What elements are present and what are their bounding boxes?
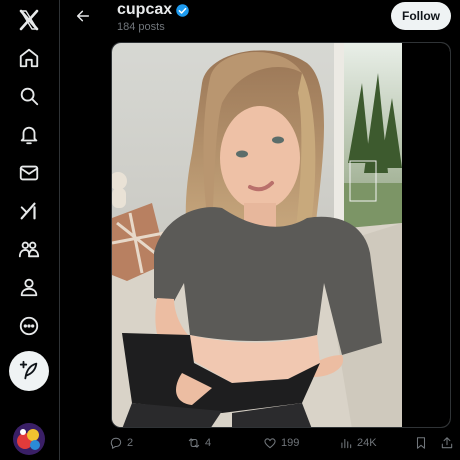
post-count: 184 posts xyxy=(117,21,165,33)
share-icon xyxy=(441,437,453,449)
messages-icon[interactable] xyxy=(9,153,49,193)
account-avatar[interactable] xyxy=(13,423,45,455)
verified-badge-icon xyxy=(175,3,190,18)
post-actions: 2 4 199 24K xyxy=(109,434,454,456)
profile-header: cupcax 184 posts Follow xyxy=(61,0,460,36)
home-icon[interactable] xyxy=(9,38,49,78)
reply-button[interactable]: 2 xyxy=(109,436,133,450)
profile-name: cupcax xyxy=(117,1,190,19)
feather-plus-icon xyxy=(19,360,38,380)
bookmark-button[interactable] xyxy=(414,436,428,450)
heart-icon xyxy=(264,438,276,449)
profile-icon[interactable] xyxy=(9,267,49,307)
more-icon[interactable] xyxy=(9,306,49,346)
like-button[interactable]: 199 xyxy=(263,436,299,450)
x-logo-icon[interactable] xyxy=(9,0,49,40)
repost-button[interactable]: 4 xyxy=(187,436,211,450)
views-button[interactable]: 24K xyxy=(339,436,377,450)
like-count: 199 xyxy=(281,437,300,449)
grok-icon[interactable] xyxy=(9,191,49,231)
repost-icon xyxy=(188,438,200,448)
compose-post-button[interactable] xyxy=(9,351,49,391)
profile-name-text: cupcax xyxy=(117,1,173,18)
communities-icon[interactable] xyxy=(9,229,49,269)
back-arrow-icon[interactable] xyxy=(71,4,95,28)
views-count: 24K xyxy=(357,437,377,449)
bookmark-icon xyxy=(416,437,426,449)
share-button[interactable] xyxy=(440,436,454,450)
views-chart-icon xyxy=(341,438,352,449)
reply-icon xyxy=(110,437,122,449)
notifications-icon[interactable] xyxy=(9,115,49,155)
reply-count: 2 xyxy=(127,437,134,449)
repost-count: 4 xyxy=(205,437,212,449)
nav-rail xyxy=(0,0,60,460)
follow-button[interactable]: Follow xyxy=(391,2,451,30)
photo-image xyxy=(112,43,450,427)
post-photo[interactable] xyxy=(111,42,451,428)
search-icon[interactable] xyxy=(9,76,49,116)
